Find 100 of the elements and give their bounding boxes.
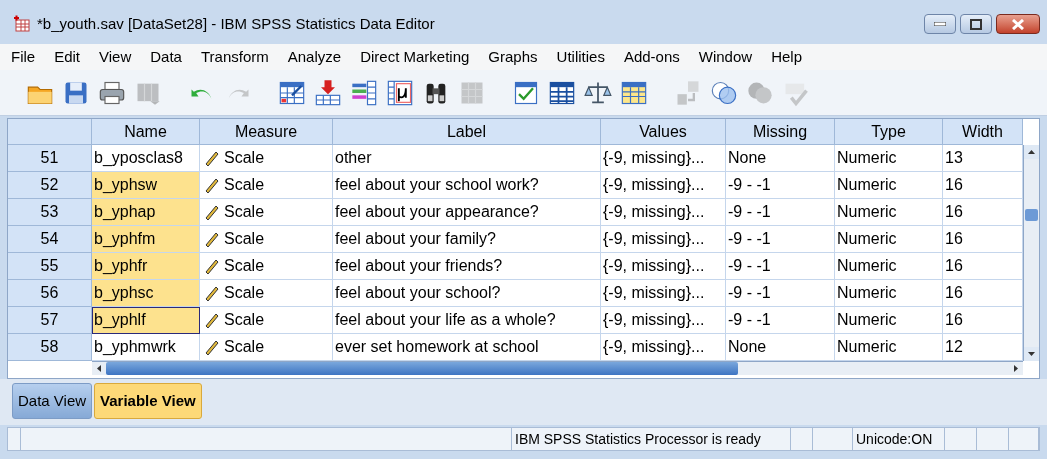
table-cell[interactable]: Numeric: [835, 253, 943, 280]
table-cell[interactable]: {-9, missing}...: [601, 280, 726, 307]
table-cell[interactable]: {-9, missing}...: [601, 199, 726, 226]
table-cell[interactable]: feel about your life as a whole?: [333, 307, 601, 334]
window-title: *b_youth.sav [DataSet28] - IBM SPSS Statistics Data Editor: [37, 13, 436, 34]
ruler-icon: [204, 258, 220, 274]
ruler-icon: [204, 204, 220, 220]
measure-text: Scale: [224, 310, 265, 330]
table-cell[interactable]: -9 - -1: [726, 253, 835, 280]
ruler-icon: [204, 285, 220, 301]
table-cell[interactable]: feel about your family?: [333, 226, 601, 253]
table-cell[interactable]: {-9, missing}...: [601, 226, 726, 253]
row-number[interactable]: 55: [8, 253, 92, 280]
menu-item[interactable]: Help: [764, 45, 809, 69]
scrollbar-thumb[interactable]: [106, 362, 739, 375]
menu-item[interactable]: Data: [143, 45, 189, 69]
column-header[interactable]: Missing: [726, 119, 835, 145]
column-header[interactable]: Measure: [200, 119, 333, 145]
table-cell[interactable]: -9 - -1: [726, 280, 835, 307]
ruler-icon: [204, 231, 220, 247]
table-cell[interactable]: feel about your school work?: [333, 172, 601, 199]
measure-cell[interactable]: Scale: [200, 280, 333, 307]
column-header[interactable]: Name: [92, 119, 200, 145]
name-cell[interactable]: b_yphap: [92, 199, 200, 226]
measure-cell[interactable]: Scale: [200, 226, 333, 253]
scroll-up-icon[interactable]: [1024, 145, 1039, 159]
table-cell[interactable]: Numeric: [835, 172, 943, 199]
scrollbar-thumb[interactable]: [1025, 209, 1038, 221]
measure-cell[interactable]: Scale: [200, 307, 333, 334]
view-tab[interactable]: Data View: [12, 383, 93, 419]
table-cell[interactable]: Numeric: [835, 145, 943, 172]
row-number[interactable]: 51: [8, 145, 92, 172]
table-mu-icon[interactable]: [386, 78, 414, 107]
ruler-icon: [204, 150, 220, 166]
measure-cell[interactable]: Scale: [200, 145, 333, 172]
measure-cell[interactable]: Scale: [200, 172, 333, 199]
stacked-bars-icon[interactable]: [350, 78, 378, 107]
menu-item[interactable]: Add-ons: [616, 45, 687, 69]
table-cell[interactable]: other: [333, 145, 601, 172]
menu-item[interactable]: Analyze: [280, 45, 349, 69]
menu-item[interactable]: Utilities: [549, 45, 612, 69]
maximize-button[interactable]: [960, 14, 992, 34]
measure-cell[interactable]: Scale: [200, 199, 333, 226]
menu-item[interactable]: Direct Marketing: [353, 45, 477, 69]
table-cell[interactable]: {-9, missing}...: [601, 307, 726, 334]
ruler-icon: [204, 312, 220, 328]
table-cell[interactable]: Numeric: [835, 307, 943, 334]
menu-item[interactable]: Edit: [47, 45, 88, 69]
measure-text: Scale: [224, 202, 265, 222]
table-cell[interactable]: feel about your appearance?: [333, 199, 601, 226]
row-number[interactable]: 52: [8, 172, 92, 199]
table-cell[interactable]: {-9, missing}...: [601, 253, 726, 280]
table-cell[interactable]: -9 - -1: [726, 226, 835, 253]
measure-text: Scale: [224, 175, 265, 195]
table-cell[interactable]: {-9, missing}...: [601, 145, 726, 172]
measure-text: Scale: [224, 148, 265, 168]
row-number[interactable]: 54: [8, 226, 92, 253]
name-cell[interactable]: b_yphlf: [92, 307, 200, 334]
name-cell[interactable]: b_yphfr: [92, 253, 200, 280]
measure-cell[interactable]: Scale: [200, 253, 333, 280]
table-cell[interactable]: Numeric: [835, 280, 943, 307]
minimize-button[interactable]: [924, 14, 956, 34]
insert-row-icon[interactable]: [314, 78, 342, 107]
row-number[interactable]: 53: [8, 199, 92, 226]
menu-item[interactable]: File: [4, 45, 43, 69]
table-cell[interactable]: feel about your school?: [333, 280, 601, 307]
name-cell[interactable]: b_yphfm: [92, 226, 200, 253]
row-number[interactable]: 58: [8, 334, 92, 361]
table-cell[interactable]: {-9, missing}...: [601, 172, 726, 199]
name-cell[interactable]: b_yphsw: [92, 172, 200, 199]
column-header[interactable]: Type: [835, 119, 943, 145]
status-text: Unicode:ON: [853, 428, 945, 450]
menu-item[interactable]: Graphs: [481, 45, 545, 69]
menu-item[interactable]: Window: [691, 45, 760, 69]
table-cell[interactable]: -9 - -1: [726, 307, 835, 334]
status-text: IBM SPSS Statistics Processor is ready: [512, 428, 791, 450]
measure-text: Scale: [224, 337, 265, 357]
table-cell[interactable]: feel about your friends?: [333, 253, 601, 280]
measure-text: Scale: [224, 256, 265, 276]
ruler-icon: [204, 177, 220, 193]
row-number[interactable]: 56: [8, 280, 92, 307]
table-cell[interactable]: -9 - -1: [726, 172, 835, 199]
view-tab[interactable]: Variable View: [94, 383, 202, 419]
close-icon: [1012, 18, 1024, 30]
column-header[interactable]: Values: [601, 119, 726, 145]
menu-item[interactable]: View: [92, 45, 139, 69]
table-cell[interactable]: Numeric: [835, 226, 943, 253]
column-header[interactable]: Label: [333, 119, 601, 145]
close-button[interactable]: [996, 14, 1040, 34]
table-cell[interactable]: Numeric: [835, 199, 943, 226]
minimize-icon: [934, 22, 946, 26]
app-icon: [13, 15, 31, 33]
row-number[interactable]: 57: [8, 307, 92, 334]
menu-item[interactable]: Transform: [193, 45, 276, 69]
scroll-down-icon[interactable]: [1024, 347, 1039, 361]
table-cell[interactable]: -9 - -1: [726, 199, 835, 226]
measure-text: Scale: [224, 229, 265, 249]
column-header[interactable]: Width: [943, 119, 1023, 145]
table-cell[interactable]: None: [726, 145, 835, 172]
name-cell[interactable]: b_yphsc: [92, 280, 200, 307]
